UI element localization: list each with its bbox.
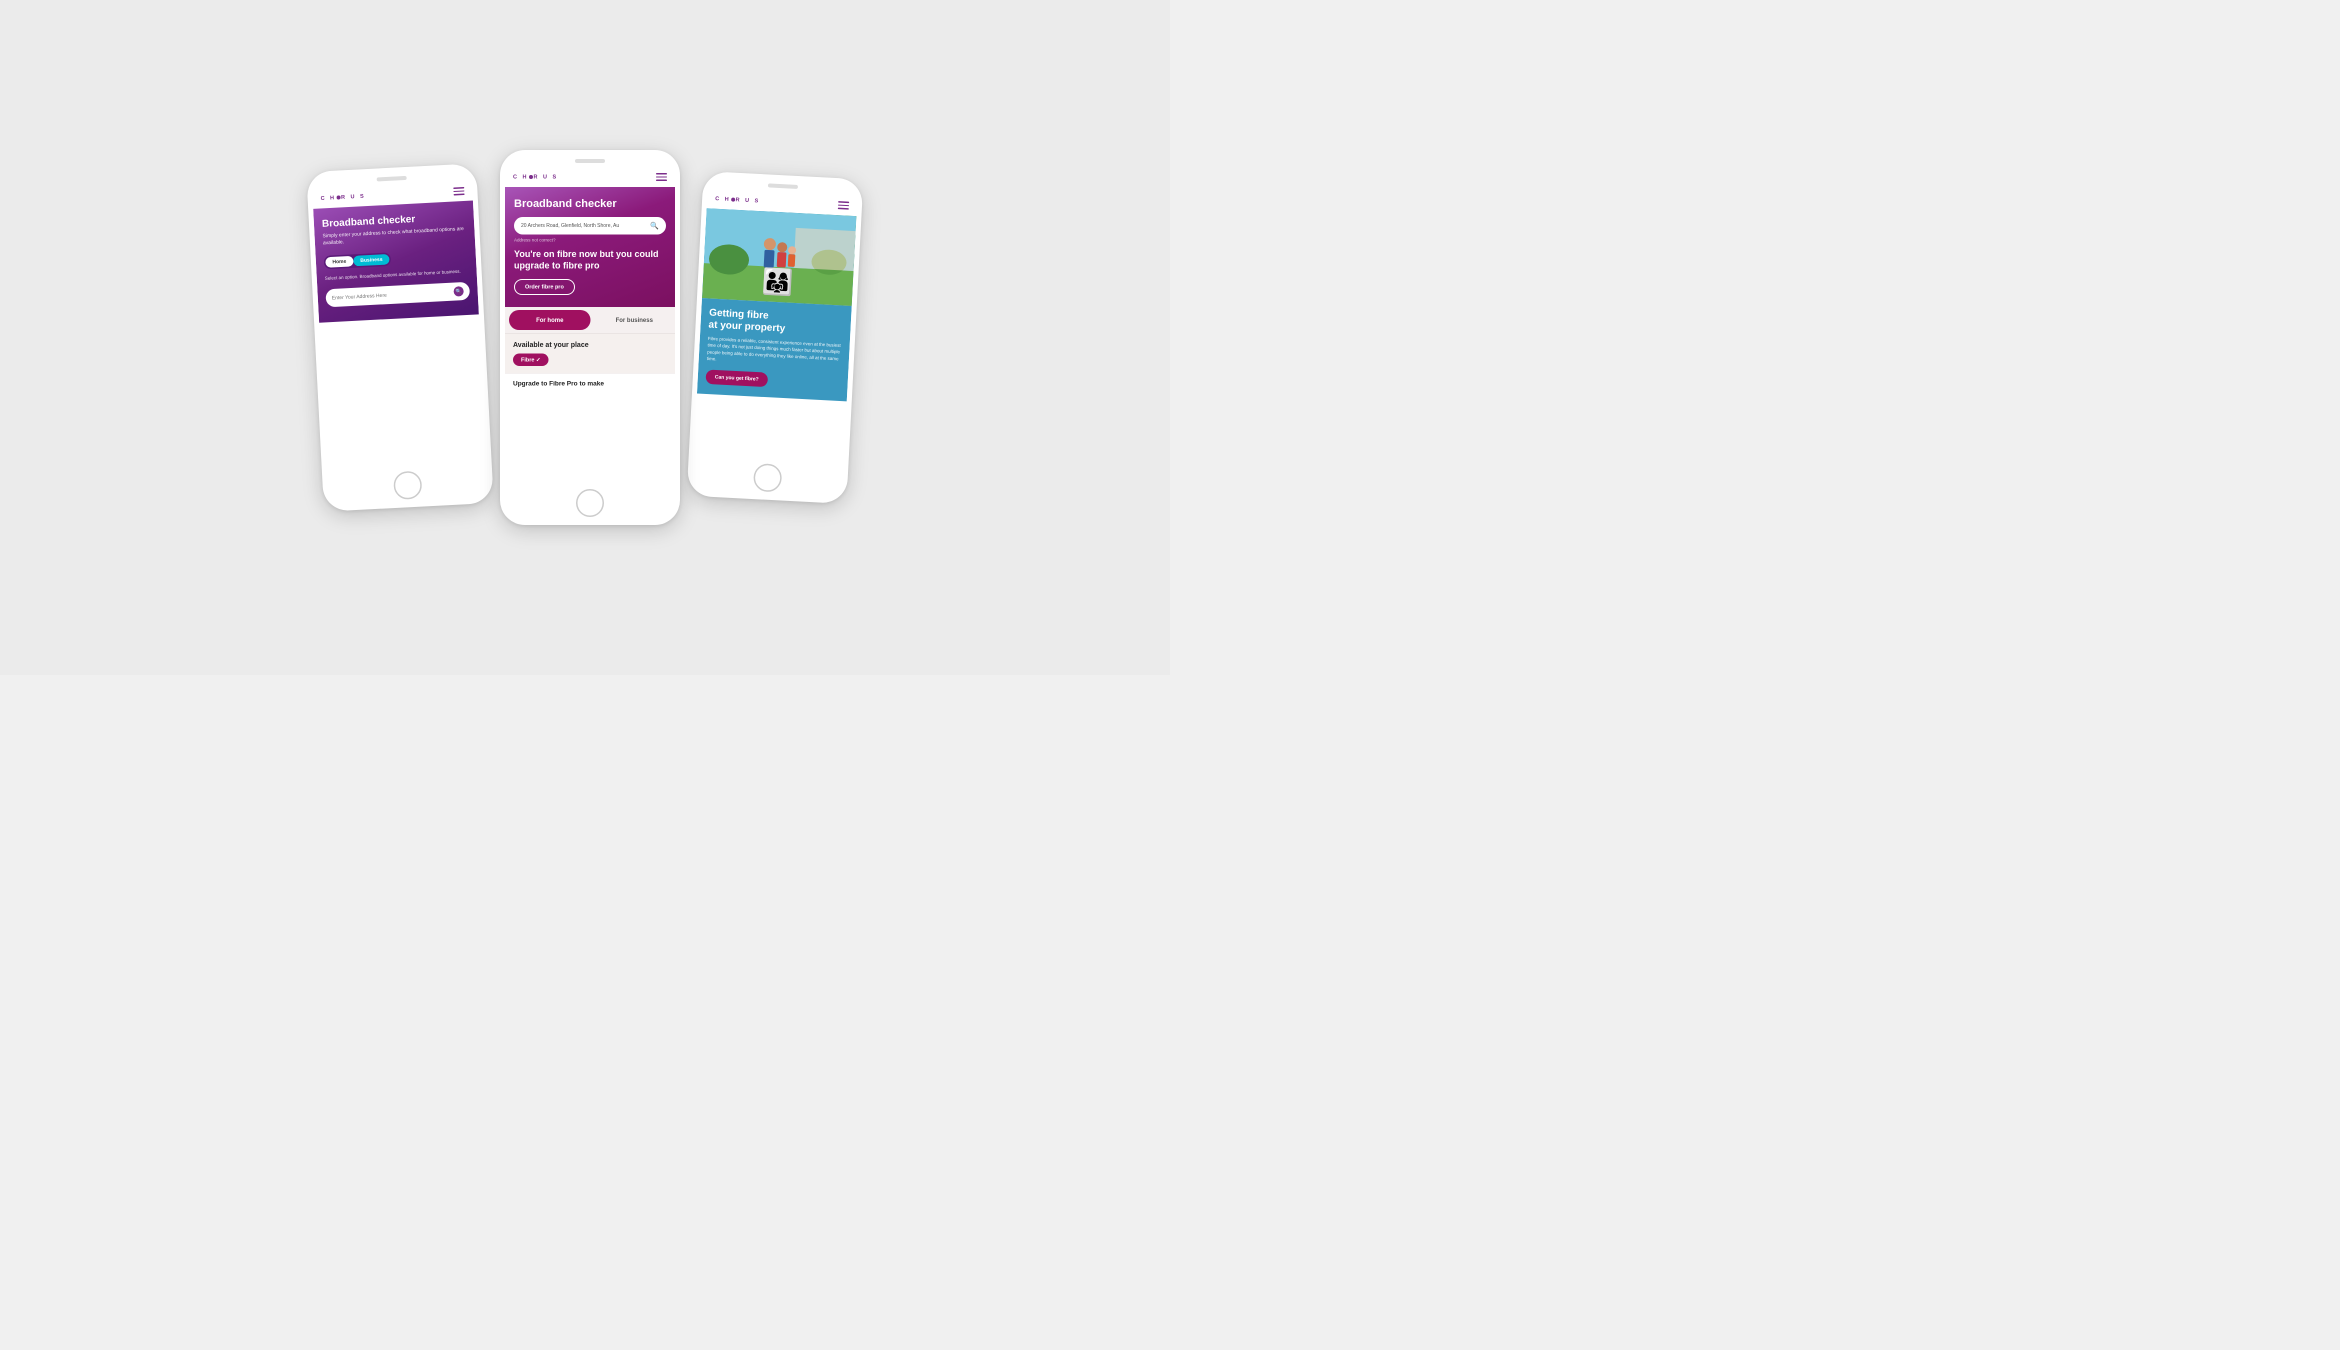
left-hero-section: Broadband checker Simply enter your addr… bbox=[313, 200, 479, 323]
fibre-upgrade-message: You're on fibre now but you could upgrad… bbox=[514, 248, 666, 271]
scene: C HR U S Broadband checker Simply enter … bbox=[0, 0, 1170, 675]
center-phone-screen: C HR U S Broadband checker 20 Archers Ro… bbox=[505, 167, 675, 483]
volume-up bbox=[307, 232, 310, 247]
phones-container: C HR U S Broadband checker Simply enter … bbox=[0, 0, 1170, 675]
volume-buttons bbox=[307, 232, 311, 267]
can-you-get-fibre-button[interactable]: Can you get fibre? bbox=[705, 369, 768, 387]
hamburger-line-3 bbox=[838, 208, 849, 210]
center-header: C HR U S bbox=[505, 167, 675, 187]
toggle-business-btn[interactable]: Business bbox=[353, 254, 390, 266]
volume-down bbox=[308, 252, 311, 267]
for-business-tab[interactable]: For business bbox=[594, 307, 676, 333]
toggle-home-btn[interactable]: Home bbox=[325, 256, 353, 268]
home-business-toggle[interactable]: Home Business bbox=[324, 252, 392, 269]
blue-content-section: Getting fibre at your property Fibre pro… bbox=[697, 298, 852, 401]
family-image-section bbox=[702, 208, 857, 306]
center-search-icon[interactable]: 🔍 bbox=[650, 221, 659, 230]
phone-center: C HR U S Broadband checker 20 Archers Ro… bbox=[500, 150, 680, 525]
hamburger-icon-right[interactable] bbox=[838, 201, 849, 209]
hamburger-line-1 bbox=[838, 201, 849, 203]
power-button bbox=[480, 233, 483, 248]
hamburger-line-3 bbox=[656, 180, 667, 181]
hamburger-line-2 bbox=[453, 190, 464, 192]
hamburger-icon-center[interactable] bbox=[656, 173, 667, 181]
getting-fibre-line2: at your property bbox=[708, 318, 842, 337]
order-fibre-button[interactable]: Order fibre pro bbox=[514, 279, 575, 295]
upgrade-title-partial: Upgrade to Fibre Pro to make bbox=[505, 373, 675, 391]
hamburger-line-3 bbox=[454, 193, 465, 195]
select-option-text: Select an option. Broadband options avai… bbox=[325, 268, 469, 282]
center-address-value: 20 Archers Road, Glenfield, North Shore,… bbox=[521, 223, 646, 229]
available-section: Available at your place Fibre ✓ bbox=[505, 333, 675, 373]
family-photo bbox=[702, 208, 857, 306]
right-phone-screen: C HR U S bbox=[694, 188, 858, 461]
phone-left: C HR U S Broadband checker Simply enter … bbox=[306, 163, 494, 511]
hamburger-line-2 bbox=[656, 176, 667, 177]
getting-fibre-title: Getting fibre at your property bbox=[708, 306, 843, 337]
center-hero-section: Broadband checker 20 Archers Road, Glenf… bbox=[505, 187, 675, 307]
available-title: Available at your place bbox=[513, 340, 667, 348]
address-not-correct-text[interactable]: Address not correct? bbox=[514, 237, 666, 242]
chorus-logo-right: C HR U S bbox=[715, 196, 760, 204]
left-search-bar[interactable]: 🔍 bbox=[325, 282, 470, 308]
phone-right: C HR U S bbox=[687, 171, 864, 504]
hamburger-line-2 bbox=[838, 204, 849, 206]
hamburger-line-1 bbox=[656, 173, 667, 174]
getting-fibre-description: Fibre provides a reliable, consistent ex… bbox=[707, 335, 842, 369]
for-home-tab[interactable]: For home bbox=[509, 310, 591, 330]
hamburger-line-1 bbox=[453, 187, 464, 189]
for-home-business-tabs: For home For business bbox=[505, 307, 675, 334]
family-svg bbox=[702, 208, 857, 306]
center-broadband-title: Broadband checker bbox=[514, 197, 666, 210]
power-btn bbox=[480, 233, 483, 248]
chorus-logo-center: C HR U S bbox=[513, 174, 558, 180]
chorus-logo-left: C HR U S bbox=[320, 193, 365, 201]
center-search-bar[interactable]: 20 Archers Road, Glenfield, North Shore,… bbox=[514, 217, 666, 235]
left-search-icon[interactable]: 🔍 bbox=[453, 286, 464, 297]
hamburger-icon-left[interactable] bbox=[453, 187, 464, 195]
left-address-input[interactable] bbox=[332, 289, 451, 301]
fibre-badge: Fibre ✓ bbox=[513, 353, 549, 366]
left-phone-screen: C HR U S Broadband checker Simply enter … bbox=[312, 181, 486, 470]
